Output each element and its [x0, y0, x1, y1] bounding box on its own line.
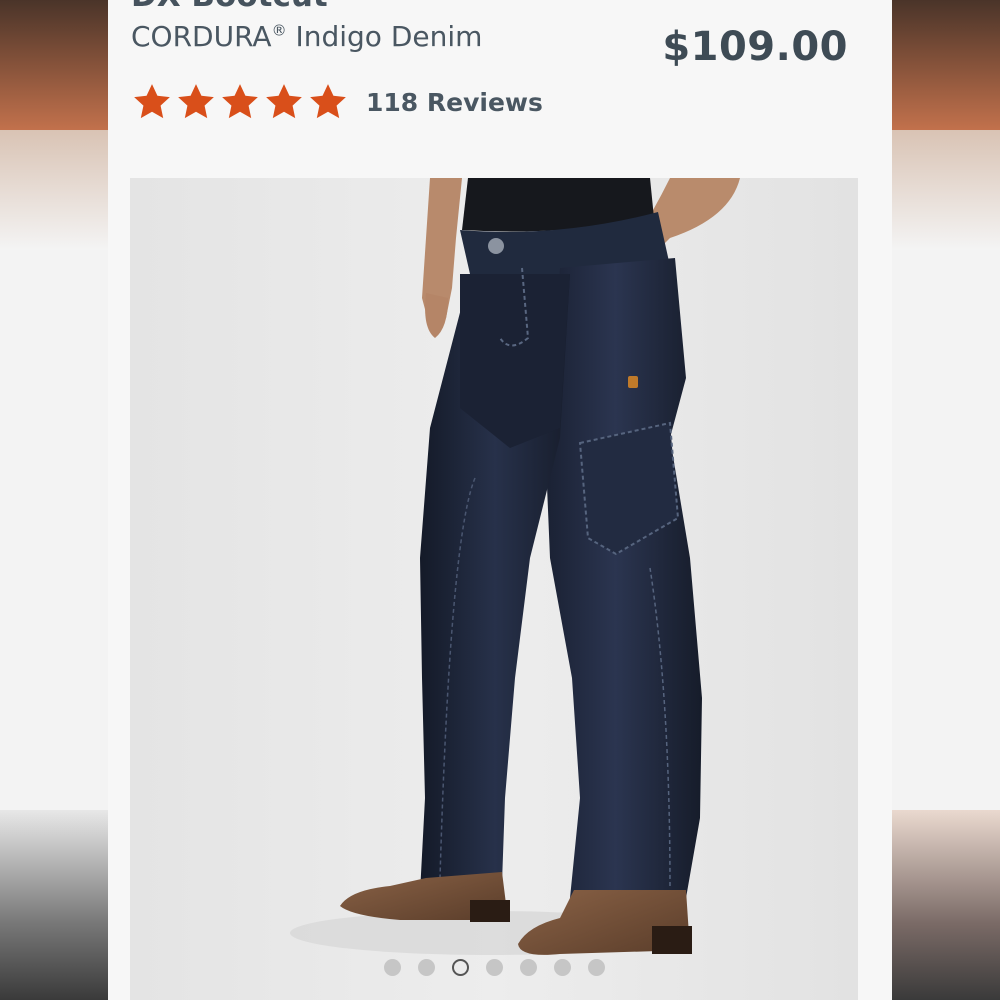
- reviews-link[interactable]: 118 Reviews: [366, 88, 543, 117]
- product-name: DX Bootcut: [131, 0, 328, 14]
- carousel-dot[interactable]: [383, 959, 401, 976]
- star-icon: [222, 84, 258, 119]
- star-icon: [178, 84, 214, 119]
- carousel-dot-active[interactable]: [451, 959, 469, 976]
- registered-mark: ®: [271, 21, 287, 40]
- product-variant: CORDURA® Indigo Denim: [131, 20, 482, 53]
- blurred-backdrop-right: [892, 0, 1000, 1000]
- product-image-carousel[interactable]: [130, 178, 858, 1000]
- carousel-dot[interactable]: [553, 959, 571, 976]
- star-icon: [134, 84, 170, 119]
- product-photo: [130, 178, 858, 1000]
- star-icon: [266, 84, 302, 119]
- product-price: $109.00: [662, 24, 848, 70]
- product-card: DX Bootcut CORDURA® Indigo Denim $109.00…: [108, 0, 892, 1000]
- carousel-dots: [130, 959, 858, 976]
- carousel-dot[interactable]: [417, 959, 435, 976]
- rating-summary[interactable]: 118 Reviews: [130, 80, 543, 124]
- carousel-dot[interactable]: [587, 959, 605, 976]
- variant-brand: CORDURA: [131, 20, 272, 53]
- blurred-backdrop-left: [0, 0, 108, 1000]
- star-rating: [130, 81, 350, 123]
- carousel-dot[interactable]: [519, 959, 537, 976]
- carousel-dot[interactable]: [485, 959, 503, 976]
- star-icon: [310, 84, 346, 119]
- variant-description: Indigo Denim: [286, 20, 483, 53]
